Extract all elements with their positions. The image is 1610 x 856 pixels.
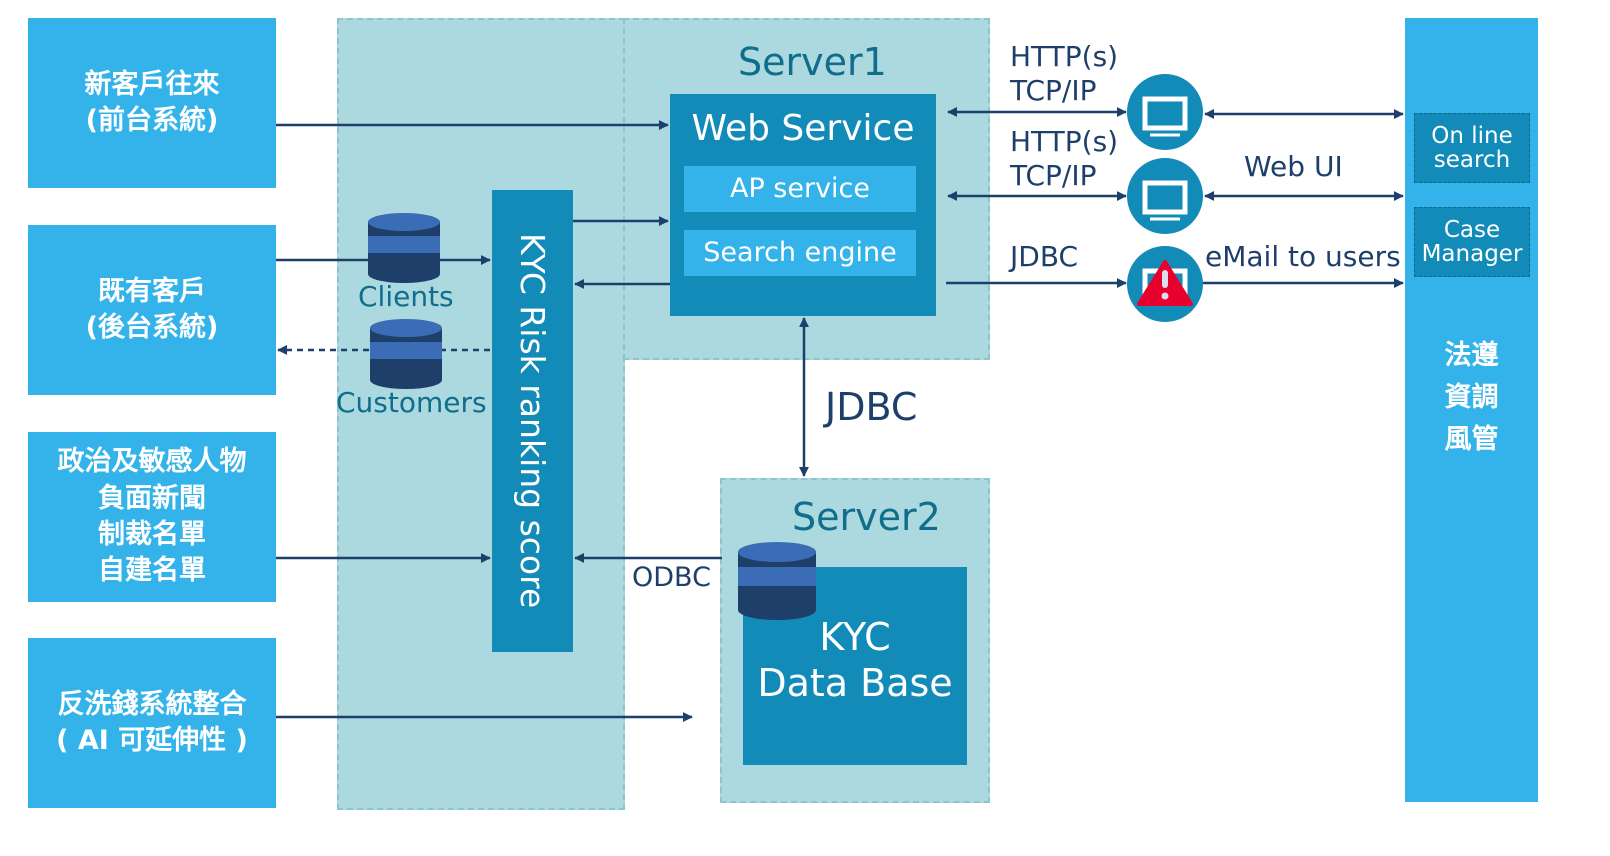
connector-arrows	[276, 74, 1610, 856]
http2-line: TCP/IP	[1010, 158, 1097, 192]
alert-monitor-icon	[1127, 246, 1203, 322]
http1-line: TCP/IP	[1010, 73, 1097, 107]
http2-label: HTTP(s) TCP/IP	[1010, 125, 1118, 192]
kyc-database-icon	[738, 542, 816, 620]
monitor-icon-1	[1127, 74, 1203, 150]
jdbc-big-label: JDBC	[825, 385, 918, 429]
clients-label: Clients	[358, 280, 454, 313]
email-label: eMail to users	[1205, 240, 1401, 273]
http1-label: HTTP(s) TCP/IP	[1010, 40, 1118, 107]
clients-database-icon	[368, 213, 440, 283]
web-ui-label: Web UI	[1244, 150, 1343, 183]
customers-database-icon	[370, 319, 442, 389]
monitor-icon-2	[1127, 158, 1203, 234]
http2-line: HTTP(s)	[1010, 125, 1119, 158]
jdbc-small-label: JDBC	[1010, 240, 1079, 273]
odbc-label: ODBC	[632, 562, 711, 593]
http1-line: HTTP(s)	[1010, 40, 1119, 73]
customers-label: Customers	[336, 386, 487, 419]
